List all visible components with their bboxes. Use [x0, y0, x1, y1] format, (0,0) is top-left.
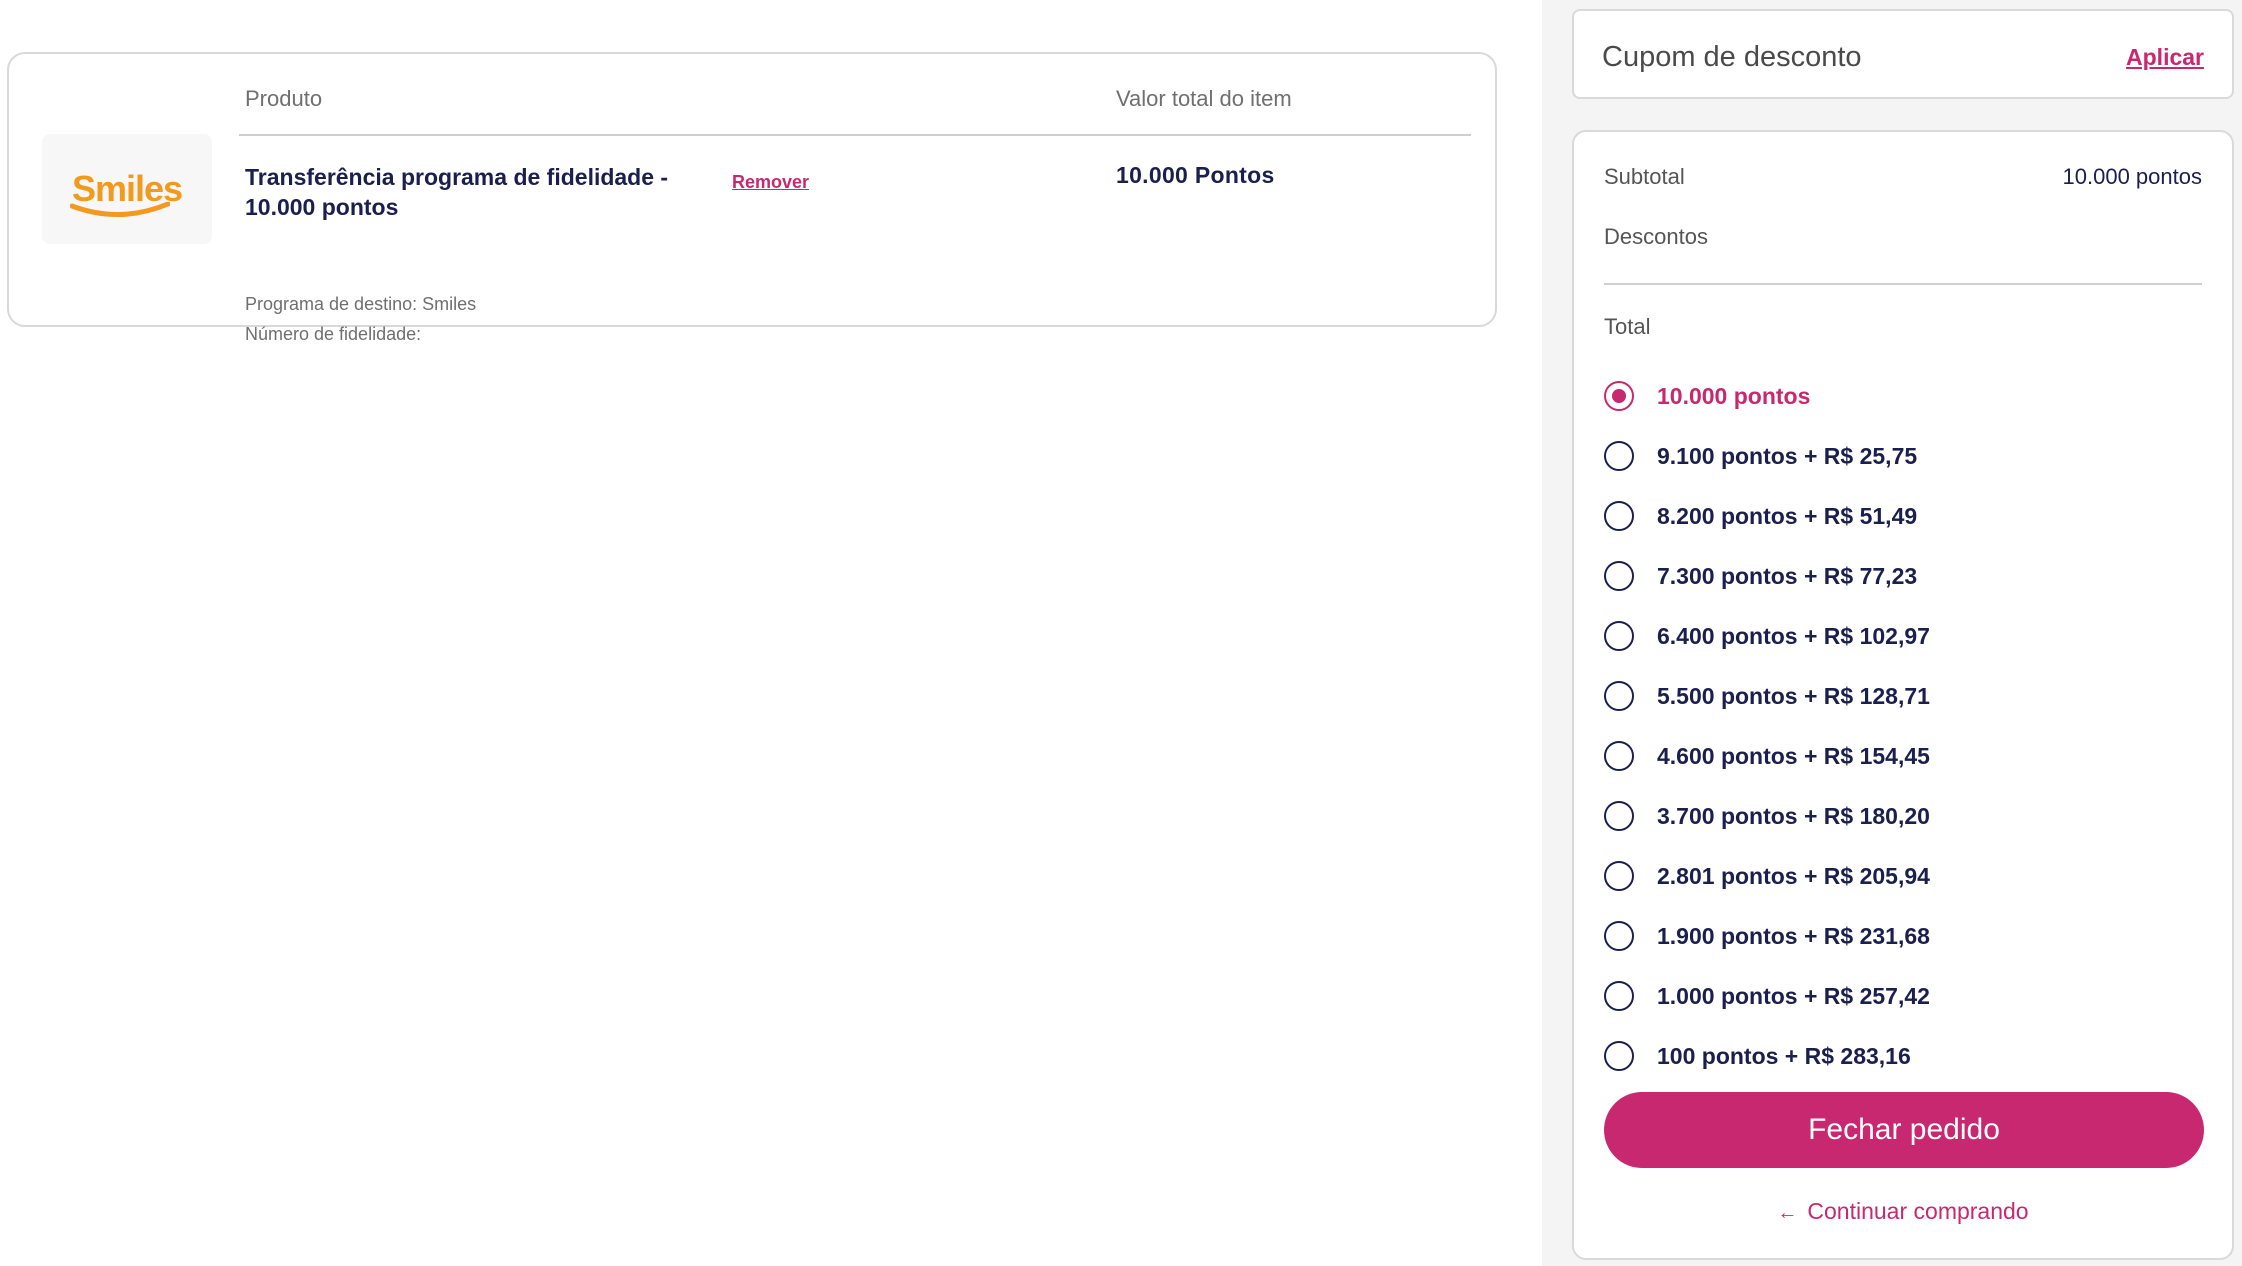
payment-option-label: 1.000 pontos + R$ 257,42 — [1657, 982, 1930, 1009]
item-title: Transferência programa de fidelidade - 1… — [245, 164, 669, 220]
payment-option[interactable]: 8.200 pontos + R$ 51,49 — [1604, 499, 1917, 533]
remove-item-link[interactable]: Remover — [732, 172, 809, 193]
radio-button[interactable] — [1604, 801, 1634, 831]
arrow-left-icon: ← — [1777, 1202, 1798, 1224]
cart-header: Produto Valor total do item — [239, 86, 1471, 136]
payment-option[interactable]: 10.000 pontos — [1604, 379, 1810, 413]
payment-option-label: 4.600 pontos + R$ 154,45 — [1657, 742, 1930, 769]
payment-option[interactable]: 4.600 pontos + R$ 154,45 — [1604, 739, 1930, 773]
column-header-produto: Produto — [245, 86, 323, 111]
radio-button[interactable] — [1604, 921, 1634, 951]
continue-shopping-label: Continuar comprando — [1807, 1198, 2029, 1224]
subtotal-label: Subtotal — [1604, 164, 1685, 189]
radio-button[interactable] — [1604, 861, 1634, 891]
payment-option-label: 10.000 pontos — [1657, 382, 1811, 409]
payment-option[interactable]: 3.700 pontos + R$ 180,20 — [1604, 799, 1930, 833]
payment-option[interactable]: 6.400 pontos + R$ 102,97 — [1604, 619, 1930, 653]
payment-option-label: 100 pontos + R$ 283,16 — [1657, 1042, 1911, 1069]
radio-button[interactable] — [1604, 381, 1634, 411]
payment-option[interactable]: 2.801 pontos + R$ 205,94 — [1604, 859, 1930, 893]
payment-option-label: 5.500 pontos + R$ 128,71 — [1657, 682, 1930, 709]
radio-button[interactable] — [1604, 441, 1634, 471]
summary-divider — [1604, 283, 2202, 285]
radio-button[interactable] — [1604, 501, 1634, 531]
radio-button[interactable] — [1604, 981, 1634, 1011]
payment-option-label: 9.100 pontos + R$ 25,75 — [1657, 442, 1918, 469]
checkout-button[interactable]: Fechar pedido — [1604, 1092, 2204, 1168]
payment-option-label: 3.700 pontos + R$ 180,20 — [1657, 802, 1930, 829]
descontos-row: Descontos — [1604, 224, 2202, 250]
descontos-label: Descontos — [1604, 224, 1708, 249]
column-header-valor: Valor total do item — [1116, 86, 1292, 111]
continue-shopping-link[interactable]: ← Continuar comprando — [1574, 1198, 2232, 1225]
cart-card: Produto Valor total do item Smiles Trans… — [7, 52, 1497, 344]
payment-option-label: 7.300 pontos + R$ 77,23 — [1657, 562, 1918, 589]
smiles-logo: Smiles — [69, 168, 183, 218]
payment-option[interactable]: 1.900 pontos + R$ 231,68 — [1604, 919, 1930, 953]
payment-option[interactable]: 5.500 pontos + R$ 128,71 — [1604, 679, 1930, 713]
radio-button[interactable] — [1604, 561, 1634, 591]
coupon-box: Cupom de desconto Aplicar — [1572, 9, 2234, 99]
radio-button[interactable] — [1604, 681, 1634, 711]
subtotal-value: 10.000 pontos — [2062, 164, 2202, 189]
payment-option-label: 1.900 pontos + R$ 231,68 — [1657, 922, 1930, 949]
apply-coupon-link[interactable]: Aplicar — [2126, 44, 2204, 71]
item-loyalty-number: Número de fidelidade: — [245, 324, 422, 344]
payment-option[interactable]: 100 pontos + R$ 283,16 — [1604, 1039, 1911, 1073]
payment-option-label: 6.400 pontos + R$ 102,97 — [1657, 622, 1930, 649]
product-logo: Smiles — [42, 134, 212, 244]
payment-option-label: 8.200 pontos + R$ 51,49 — [1657, 502, 1918, 529]
radio-button[interactable] — [1604, 621, 1634, 651]
payment-option[interactable]: 7.300 pontos + R$ 77,23 — [1604, 559, 1917, 593]
item-program-destination: Programa de destino: Smiles — [245, 294, 477, 314]
radio-button[interactable] — [1604, 1041, 1634, 1071]
payment-option-label: 2.801 pontos + R$ 205,94 — [1657, 862, 1930, 889]
page: Produto Valor total do item Smiles Trans… — [0, 0, 2242, 1266]
smiles-swoosh-icon — [69, 202, 170, 218]
coupon-label: Cupom de desconto — [1602, 41, 1862, 73]
subtotal-row: Subtotal 10.000 pontos — [1604, 164, 2202, 190]
item-price: 10.000 Pontos — [1116, 162, 1275, 188]
payment-option[interactable]: 1.000 pontos + R$ 257,42 — [1604, 979, 1930, 1013]
payment-option[interactable]: 9.100 pontos + R$ 25,75 — [1604, 439, 1917, 473]
total-label: Total — [1604, 314, 1651, 339]
order-summary: Subtotal 10.000 pontos Descontos Total 1… — [1572, 130, 2234, 1260]
radio-button[interactable] — [1604, 741, 1634, 771]
